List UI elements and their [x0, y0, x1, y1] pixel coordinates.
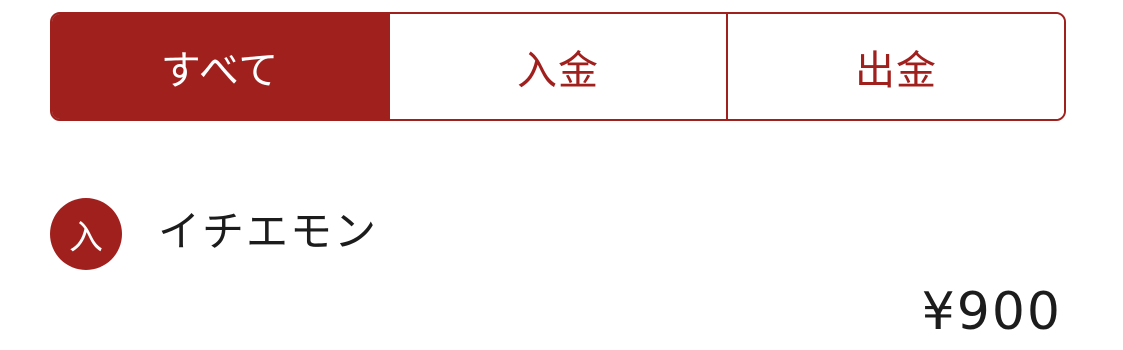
deposit-badge-icon: 入	[50, 198, 122, 270]
transaction-row[interactable]: 入 イチエモン ¥900	[50, 198, 1066, 342]
transaction-name: イチエモン	[158, 207, 379, 256]
tab-withdrawal[interactable]: 出金	[726, 14, 1064, 119]
transaction-amount: ¥900	[921, 282, 1062, 342]
tab-deposit[interactable]: 入金	[388, 14, 726, 119]
transaction-filter-tabs: すべて 入金 出金	[50, 12, 1066, 121]
tab-all[interactable]: すべて	[52, 14, 388, 119]
